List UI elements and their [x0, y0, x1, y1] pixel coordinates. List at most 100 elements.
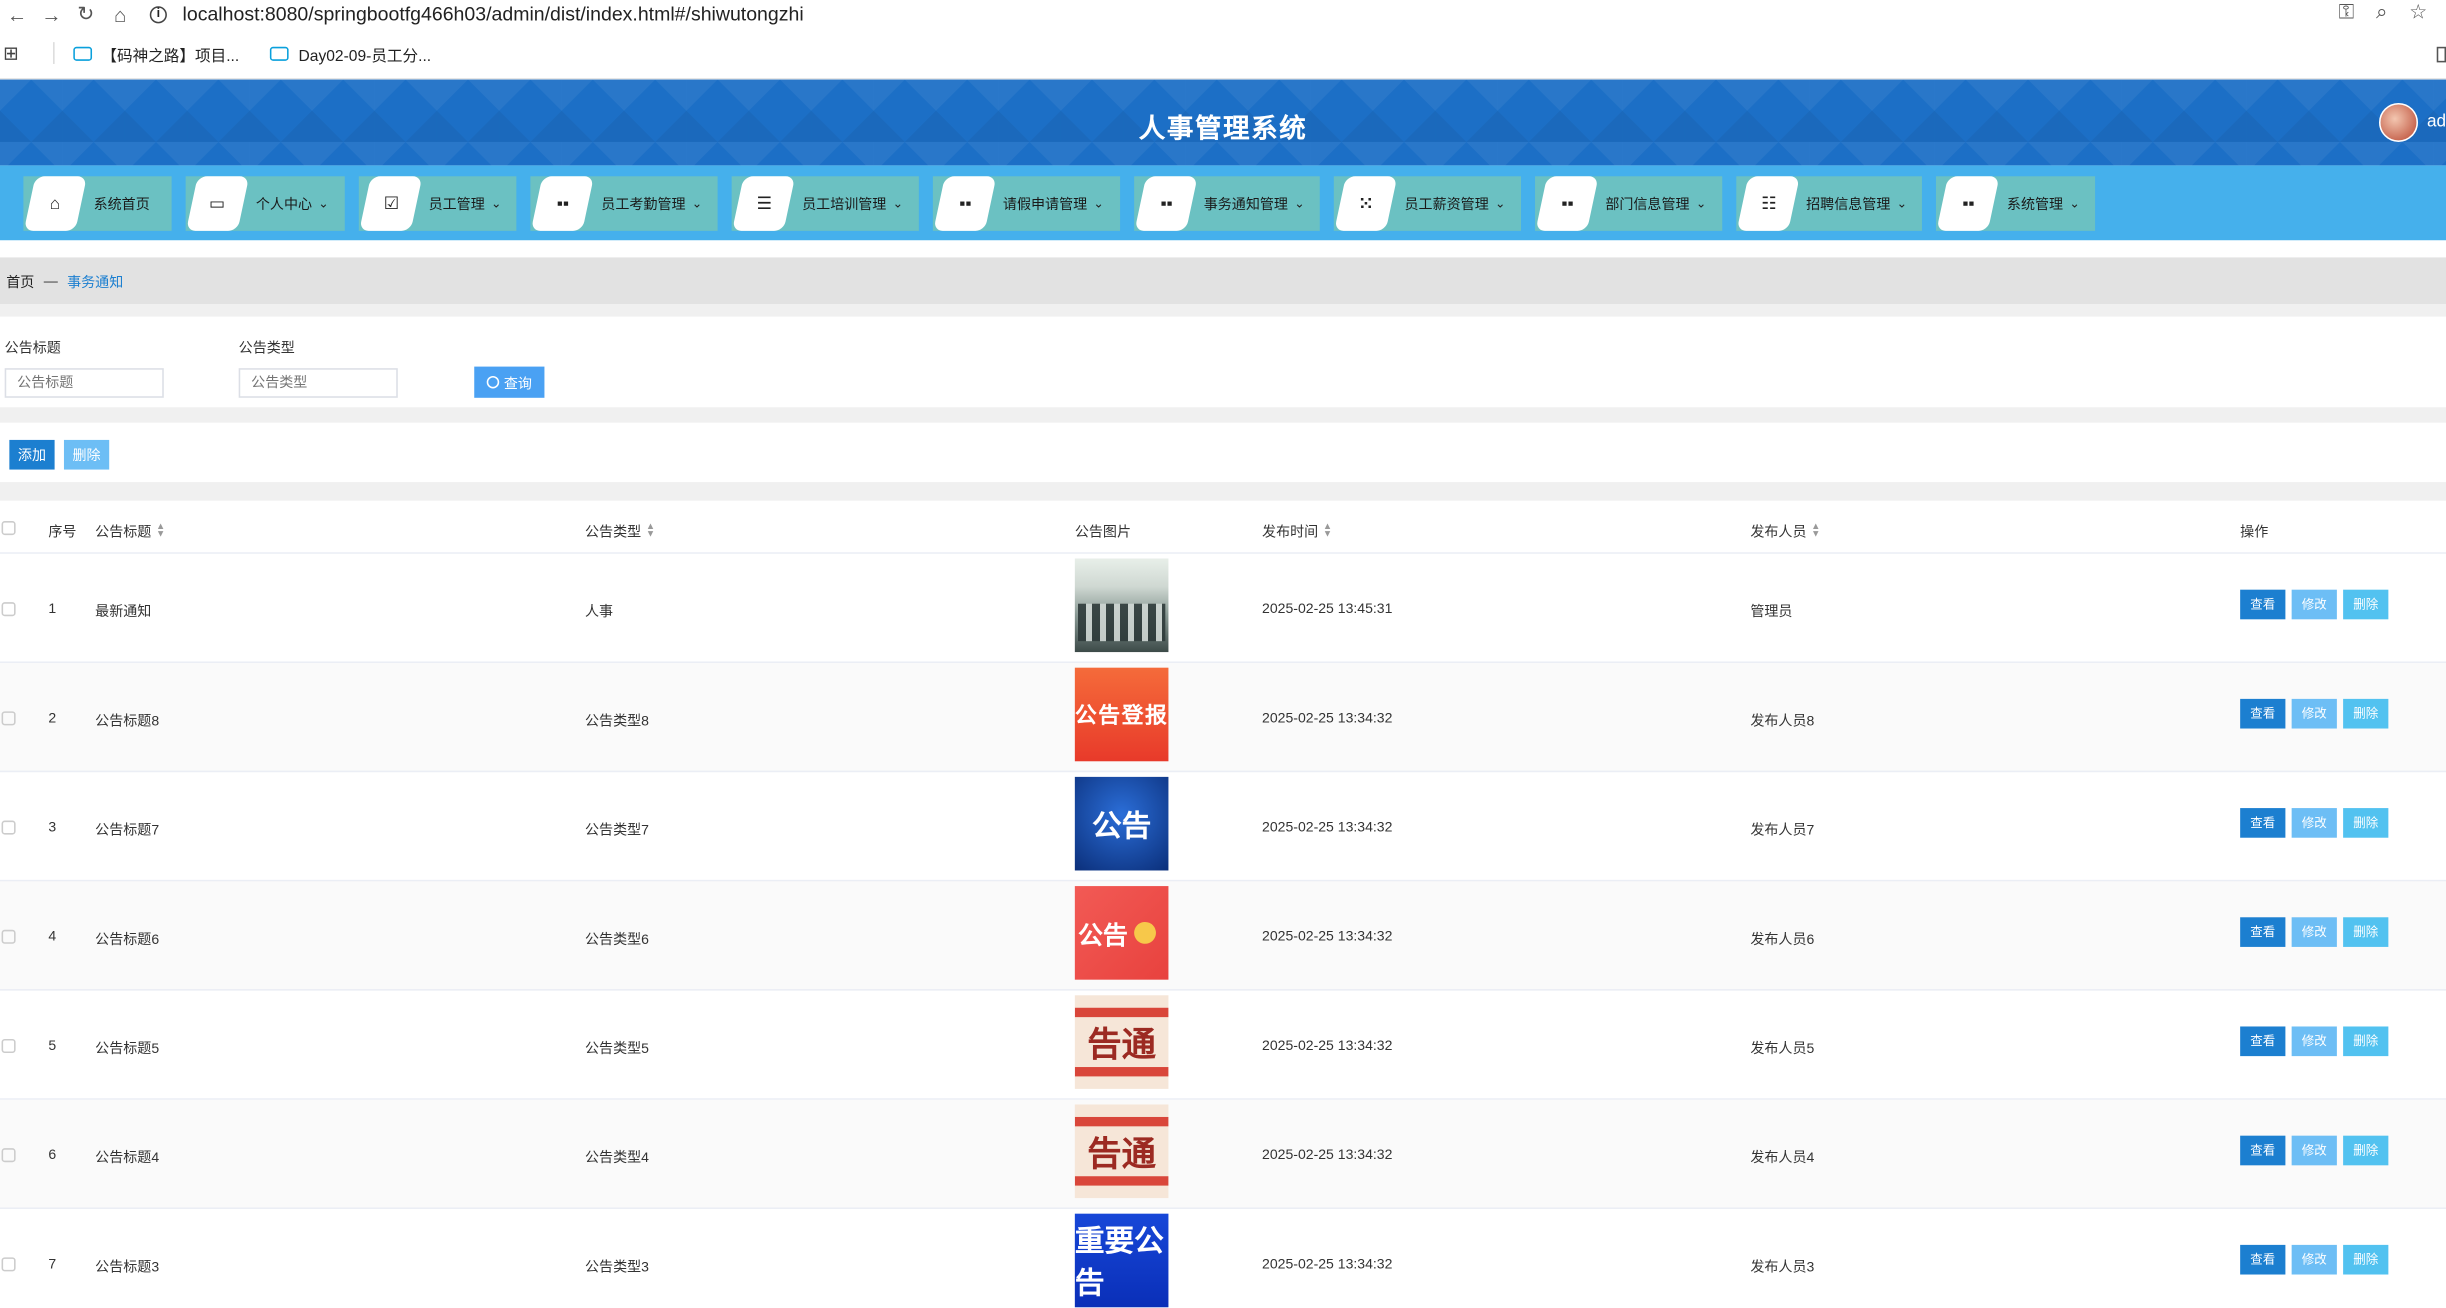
address-bar: ← → ↻ ⌂ i localhost:8080/springbootfg466…	[0, 0, 2446, 29]
edit-button[interactable]: 修改	[2291, 1026, 2337, 1057]
view-button[interactable]: 查看	[2240, 1135, 2286, 1166]
avatar[interactable]	[2379, 102, 2418, 142]
view-button[interactable]: 查看	[2240, 698, 2286, 729]
row-checkbox[interactable]	[1, 820, 16, 835]
delete-button[interactable]: 删除	[2343, 917, 2389, 947]
header-image: 公告图片	[1074, 524, 1132, 540]
search-button[interactable]: 查询	[474, 366, 545, 398]
menu-item[interactable]: ☷ 招聘信息管理 ⌄	[1735, 175, 1923, 231]
site-info-icon[interactable]: i	[149, 5, 167, 23]
url-text: localhost:8080/springbootfg466h03/admin/…	[182, 3, 804, 25]
cell-type: 公告类型8	[585, 712, 649, 729]
row-checkbox[interactable]	[1, 1257, 16, 1272]
header-title[interactable]: 公告标题 ▲ ▼	[95, 521, 165, 541]
row-checkbox[interactable]	[1, 602, 16, 617]
delete-button[interactable]: 删除	[2343, 1244, 2389, 1275]
cell-title: 公告标题6	[95, 931, 160, 947]
view-button[interactable]: 查看	[2240, 917, 2286, 947]
table-row: 7 公告标题3 公告类型3 重要公告 2025-02-25 13:34:32 发布人员3 查…	[0, 1209, 2446, 1308]
menu-item[interactable]: ▪▪ 事务通知管理 ⌄	[1133, 175, 1321, 231]
title-filter-input[interactable]	[4, 367, 164, 398]
add-button[interactable]: 添加	[9, 439, 55, 470]
notice-image[interactable]: 重要公告	[1074, 1213, 1169, 1308]
grid-icon: ▪▪	[531, 175, 595, 231]
row-checkbox[interactable]	[1, 711, 16, 726]
cell-time: 2025-02-25 13:34:32	[1262, 709, 1393, 726]
home-icon[interactable]: ⌂	[103, 2, 137, 25]
view-button[interactable]: 查看	[2240, 1244, 2286, 1275]
bookmark-item[interactable]: 【码神之路】项目...	[73, 41, 239, 65]
cell-time: 2025-02-25 13:45:31	[1262, 600, 1393, 617]
notice-table: 序号 公告标题 ▲ ▼ 公告类型 ▲ ▼ 公告图片 发布时间 ▲ ▼ 发布人员 ▲ ▼ 操作 1…	[0, 500, 2446, 1308]
notice-image[interactable]: 公告登报	[1074, 667, 1169, 762]
menu-item[interactable]: ☰ 员工培训管理 ⌄	[731, 175, 919, 231]
side-panel-icon[interactable]	[2436, 46, 2446, 63]
notice-image[interactable]: 告通	[1074, 995, 1169, 1089]
menu-item[interactable]: ☑ 员工管理 ⌄	[358, 175, 518, 231]
edit-button[interactable]: 修改	[2291, 1135, 2337, 1166]
star-icon[interactable]: ☆	[2409, 0, 2427, 25]
table-row: 4 公告标题6 公告类型6 公告 2025-02-25 13:34:32 发布人员6 查看修…	[0, 881, 2446, 991]
delete-button[interactable]: 删除	[2343, 808, 2389, 838]
forward-icon[interactable]: →	[34, 2, 68, 25]
delete-button[interactable]: 删除	[2343, 1135, 2389, 1166]
back-icon[interactable]: ←	[0, 2, 34, 25]
row-checkbox[interactable]	[1, 929, 16, 944]
search-form: 公告标题 公告类型 查询	[0, 316, 2446, 408]
menu-item[interactable]: ⌂ 系统首页	[23, 175, 172, 231]
notice-image[interactable]: 告通	[1074, 1104, 1169, 1199]
bookmark-item[interactable]: Day02-09-员工分...	[270, 41, 431, 65]
cell-type: 公告类型5	[585, 1040, 649, 1057]
table-row: 2 公告标题8 公告类型8 公告登报 2025-02-25 13:34:32 发布人员8 查…	[0, 663, 2446, 773]
edit-button[interactable]: 修改	[2291, 1244, 2337, 1275]
menu-item[interactable]: ▭ 个人中心 ⌄	[185, 175, 345, 231]
edit-button[interactable]: 修改	[2291, 589, 2337, 620]
cell-publisher: 发布人员4	[1750, 1149, 1815, 1166]
bookmarks-bar: ⊞ 【码神之路】项目... Day02-09-员工分...	[0, 28, 2446, 80]
header-type[interactable]: 公告类型 ▲ ▼	[585, 521, 655, 541]
view-button[interactable]: 查看	[2240, 808, 2286, 838]
chevron-down-icon: ⌄	[1093, 195, 1104, 210]
header-publisher[interactable]: 发布人员 ▲ ▼	[1750, 521, 1820, 541]
notice-image[interactable]: 公告	[1074, 776, 1169, 871]
type-filter-input[interactable]	[238, 367, 398, 398]
menu-item[interactable]: ▪▪ 部门信息管理 ⌄	[1535, 175, 1722, 231]
menu-item-label: 个人中心	[255, 195, 313, 212]
menu-item-label: 部门信息管理	[1605, 195, 1690, 212]
list-icon: ☰	[732, 175, 796, 231]
row-checkbox[interactable]	[1, 1038, 16, 1053]
view-button[interactable]: 查看	[2240, 589, 2286, 620]
key-icon[interactable]: ⚿	[2339, 0, 2354, 25]
delete-button[interactable]: 删除	[2343, 589, 2389, 620]
notice-image[interactable]: 公告	[1074, 886, 1169, 980]
breadcrumb-home[interactable]: 首页	[6, 271, 34, 291]
edit-button[interactable]: 修改	[2291, 917, 2337, 947]
cell-type: 公告类型4	[585, 1149, 649, 1166]
notice-image[interactable]	[1074, 558, 1169, 653]
edit-button[interactable]: 修改	[2291, 698, 2337, 729]
menu-item-label: 招聘信息管理	[1806, 195, 1891, 212]
reload-icon[interactable]: ↻	[69, 2, 103, 27]
url-field[interactable]: i localhost:8080/springbootfg466h03/admi…	[149, 3, 2446, 25]
menu-item[interactable]: ⁙ 员工薪资管理 ⌄	[1334, 175, 1522, 231]
row-checkbox[interactable]	[1, 1148, 16, 1163]
zoom-icon[interactable]: ⌕	[2376, 0, 2387, 25]
menu-item[interactable]: ▪▪ 请假申请管理 ⌄	[932, 175, 1120, 231]
delete-button[interactable]: 删除	[2343, 1026, 2389, 1057]
chevron-down-icon: ⌄	[2069, 195, 2080, 210]
view-button[interactable]: 查看	[2240, 1026, 2286, 1057]
edit-button[interactable]: 修改	[2291, 808, 2337, 838]
chevron-down-icon: ⌄	[892, 195, 904, 210]
apps-grid-icon[interactable]: ⊞	[0, 42, 47, 64]
chevron-down-icon: ⌄	[1695, 195, 1707, 210]
delete-button[interactable]: 删除	[2343, 698, 2389, 729]
menu-item[interactable]: ▪▪ 员工考勤管理 ⌄	[531, 175, 718, 231]
select-all-checkbox[interactable]	[1, 521, 16, 536]
cell-time: 2025-02-25 13:34:32	[1262, 819, 1393, 835]
menu-item[interactable]: ▪▪ 系统管理 ⌄	[1936, 175, 2096, 231]
table-row: 5 公告标题5 公告类型5 告通 2025-02-25 13:34:32 发布人员5 查看修…	[0, 991, 2446, 1100]
batch-delete-button[interactable]: 删除	[63, 439, 110, 470]
header-time[interactable]: 发布时间 ▲ ▼	[1262, 521, 1332, 541]
user-name[interactable]: ad	[2427, 112, 2446, 131]
type-filter-label: 公告类型	[238, 340, 295, 356]
